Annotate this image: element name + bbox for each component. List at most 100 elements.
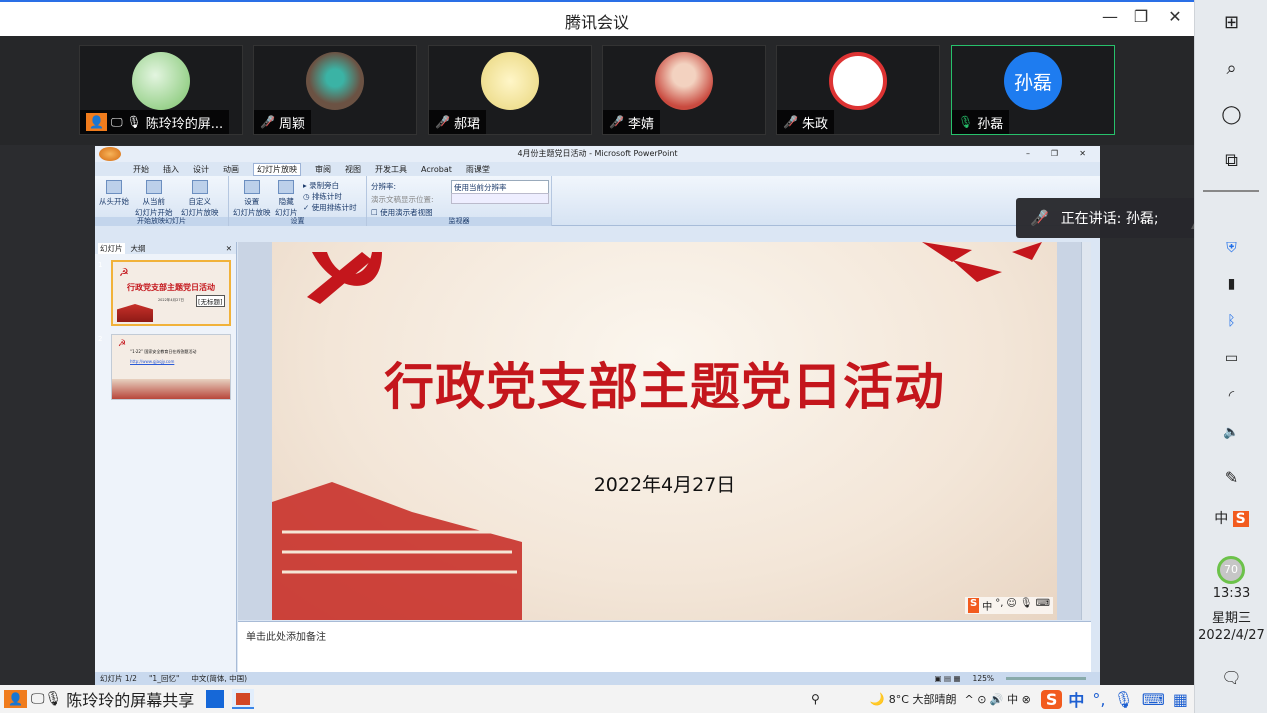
tray-icons[interactable]: ^ ⊙ 🔊 中 ⊗ — [964, 691, 1030, 707]
punctuation-icon[interactable]: °, — [1092, 690, 1105, 709]
record-narration-button[interactable]: ▸ 录制旁白 — [303, 180, 357, 191]
ime-mode[interactable]: 中 — [1068, 687, 1084, 711]
participant-name: 周颖 — [278, 116, 305, 132]
host-icon: 👤 — [86, 113, 107, 131]
avatar — [481, 52, 539, 110]
tab-rain-classroom[interactable]: 雨课堂 — [466, 164, 490, 175]
cortana-icon[interactable]: ◯ — [1195, 104, 1267, 125]
people-icon[interactable]: ⚲ — [811, 692, 820, 706]
shield-icon[interactable]: ⛨ — [1195, 240, 1267, 256]
pane-close-icon[interactable]: ✕ — [226, 244, 232, 253]
toolbox-icon[interactable]: ▦ — [1173, 690, 1188, 709]
ppt-title: 4月份主题党日活动 - Microsoft PowerPoint — [517, 149, 678, 158]
tab-review[interactable]: 审阅 — [315, 164, 331, 175]
pen-icon[interactable]: ✎ — [1195, 468, 1267, 487]
participant-tile[interactable]: 🎤̸ 周颖 — [253, 45, 417, 135]
language: 中文(简体, 中国) — [191, 674, 248, 683]
ppt-status-bar: 幻灯片 1/2 "1_回忆" 中文(简体, 中国) ▣ ▤ ▦ 125% — [95, 672, 1100, 685]
participant-strip: 👤 🖵 🎙 陈玲玲的屏... 🎤̸ 周颖 🎤̸ 郝珺 🎤̸ 李婧 🎤̸ 朱政 孙… — [0, 36, 1194, 145]
custom-show-button[interactable]: 自定义 幻灯片放映 — [181, 180, 219, 218]
phone-icon[interactable]: ▮ — [1195, 276, 1267, 292]
bottom-taskbar: 👤 🖵 🎙 陈玲玲的屏幕共享 ⚲ 🌙 8°C 大部晴朗 ^ ⊙ 🔊 中 ⊗ S … — [0, 685, 1194, 713]
ime-toolbar[interactable]: S 中 °, ☺ 🎙 ⌨ — [965, 597, 1053, 614]
show-on-select[interactable] — [451, 193, 549, 204]
bluetooth-icon[interactable]: ᛒ — [1195, 313, 1267, 329]
minimize-button[interactable]: — — [1095, 7, 1125, 26]
view-buttons[interactable]: ▣ ▤ ▦ — [935, 674, 961, 683]
microphone-icon: 🎙 — [958, 115, 974, 129]
current-slide[interactable]: 行政党支部主题党日活动 2022年4月27日 S 中 °, ☺ 🎙 ⌨ — [272, 242, 1057, 620]
taskbar-divider — [1203, 190, 1259, 192]
participant-tile[interactable]: 🎤̸ 李婧 — [602, 45, 766, 135]
maximize-button[interactable]: ❐ — [1126, 7, 1156, 26]
vertical-scrollbar[interactable] — [1081, 242, 1091, 620]
search-icon[interactable]: ⌕ — [1195, 58, 1267, 79]
clock-date[interactable]: 2022/4/27 — [1195, 628, 1267, 643]
tab-developer[interactable]: 开发工具 — [375, 164, 407, 175]
clock-weekday[interactable]: 星期三 — [1195, 607, 1267, 626]
ribbon-tabs: 开始 插入 设计 动画 幻灯片放映 审阅 视图 开发工具 Acrobat 雨课堂 — [95, 162, 1100, 176]
great-wall-illustration — [112, 379, 230, 399]
notes-pane[interactable]: 单击此处添加备注 — [238, 621, 1091, 672]
hide-slide-button[interactable]: 隐藏 幻灯片 — [275, 180, 298, 218]
participant-tile[interactable]: 🎤̸ 郝珺 — [428, 45, 592, 135]
rehearse-timings-button[interactable]: ◷ 排练计时 — [303, 191, 357, 202]
tab-view[interactable]: 视图 — [345, 164, 361, 175]
ime-indicator[interactable]: 中 S — [1195, 508, 1267, 528]
thumbnail-title: 行政党支部主题党日活动 — [127, 283, 215, 292]
participant-tile[interactable]: 👤 🖵 🎙 陈玲玲的屏... — [79, 45, 243, 135]
emoji-icon: ☺ — [1006, 598, 1017, 609]
sogou-icon: S — [1040, 689, 1063, 709]
task-view-icon[interactable]: ⧉ — [1195, 150, 1267, 171]
slide-thumbnail-1[interactable]: ☭ 行政党支部主题党日活动 2022年4月27日 — [111, 260, 231, 326]
from-current-button[interactable]: 从当前 幻灯片开始 — [135, 180, 173, 218]
keyboard-icon[interactable]: ⌨ — [1142, 690, 1165, 709]
close-button[interactable]: ✕ — [1160, 7, 1190, 26]
ppt-close-button[interactable]: ✕ — [1079, 146, 1086, 162]
voice-input-icon[interactable]: 🎙 — [1113, 690, 1133, 709]
screen-share-icon: 🖵 — [110, 115, 123, 129]
avatar: 孙磊 — [1004, 52, 1062, 110]
meeting-titlebar: 腾讯会议 — ❐ ✕ — [0, 0, 1194, 36]
party-emblem-icon: ☭ — [119, 266, 129, 279]
participant-tile[interactable]: 孙磊 🎙 孙磊 — [951, 45, 1115, 135]
ribbon: 从头开始 从当前 幻灯片开始 自定义 幻灯片放映 开始放映幻灯片 设置 幻灯片放映 隐… — [95, 176, 1100, 226]
weather-text[interactable]: 8°C 大部晴朗 — [889, 691, 957, 707]
participant-namebar: 🎙 孙磊 — [952, 110, 1010, 134]
tab-home[interactable]: 开始 — [133, 164, 149, 175]
zoom-slider[interactable] — [1006, 677, 1086, 680]
tab-animation[interactable]: 动画 — [223, 164, 239, 175]
setup-show-button[interactable]: 设置 幻灯片放映 — [233, 180, 271, 218]
tab-acrobat[interactable]: Acrobat — [421, 165, 452, 174]
office-button-icon[interactable] — [99, 147, 121, 161]
ppt-titlebar: 4月份主题党日活动 - Microsoft PowerPoint – ❐ ✕ — [95, 146, 1100, 162]
taskbar-powerpoint-icon[interactable] — [232, 689, 255, 709]
tab-outline[interactable]: 大纲 — [131, 243, 146, 254]
slide-date: 2022年4月27日 — [593, 474, 736, 496]
clock-time[interactable]: 13:33 — [1195, 586, 1267, 601]
wifi-icon[interactable]: ◜ — [1195, 388, 1267, 404]
tab-slideshow[interactable]: 幻灯片放映 — [253, 162, 301, 176]
voice-icon: 🎙 — [1019, 598, 1033, 609]
participant-namebar: 🎤̸ 朱政 — [777, 110, 834, 134]
ppt-maximize-button[interactable]: ❐ — [1051, 146, 1058, 162]
tab-slides[interactable]: 幻灯片 — [98, 242, 125, 254]
tab-design[interactable]: 设计 — [193, 164, 209, 175]
battery-icon[interactable]: ▭ — [1195, 350, 1267, 366]
tab-insert[interactable]: 插入 — [163, 164, 179, 175]
ppt-minimize-button[interactable]: – — [1026, 146, 1030, 162]
screen-share-icon: 🖵 — [30, 691, 45, 707]
participant-tile[interactable]: 🎤̸ 朱政 — [776, 45, 940, 135]
ribbon-group-monitors: 分辨率: 使用当前分辨率 演示文稿显示位置: ☐ 使用演示者视图 监视器 — [367, 176, 552, 226]
sogou-icon: S — [968, 598, 980, 613]
volume-icon[interactable]: 🔈 — [1195, 425, 1267, 440]
slides-pane: 幻灯片 大纲 ✕ 1 ☭ 行政党支部主题党日活动 2022年4月27日 [无标题… — [95, 242, 237, 672]
from-beginning-button[interactable]: 从头开始 — [99, 180, 129, 207]
notification-icon[interactable]: 🗨 — [1195, 668, 1267, 687]
slide-thumbnail-2[interactable]: ☭ “1·22” 国家安全教育日在线答题活动 http://www.gjaqjy… — [111, 334, 231, 400]
use-timings-checkbox[interactable]: ✓ 使用排练计时 — [303, 202, 357, 213]
taskbar-app-icon[interactable] — [206, 690, 225, 708]
cpu-usage-badge[interactable]: 70 — [1217, 556, 1245, 584]
mic-muted-icon: 🎤̸ — [783, 115, 798, 129]
windows-start-icon[interactable]: ⊞ — [1195, 12, 1267, 33]
